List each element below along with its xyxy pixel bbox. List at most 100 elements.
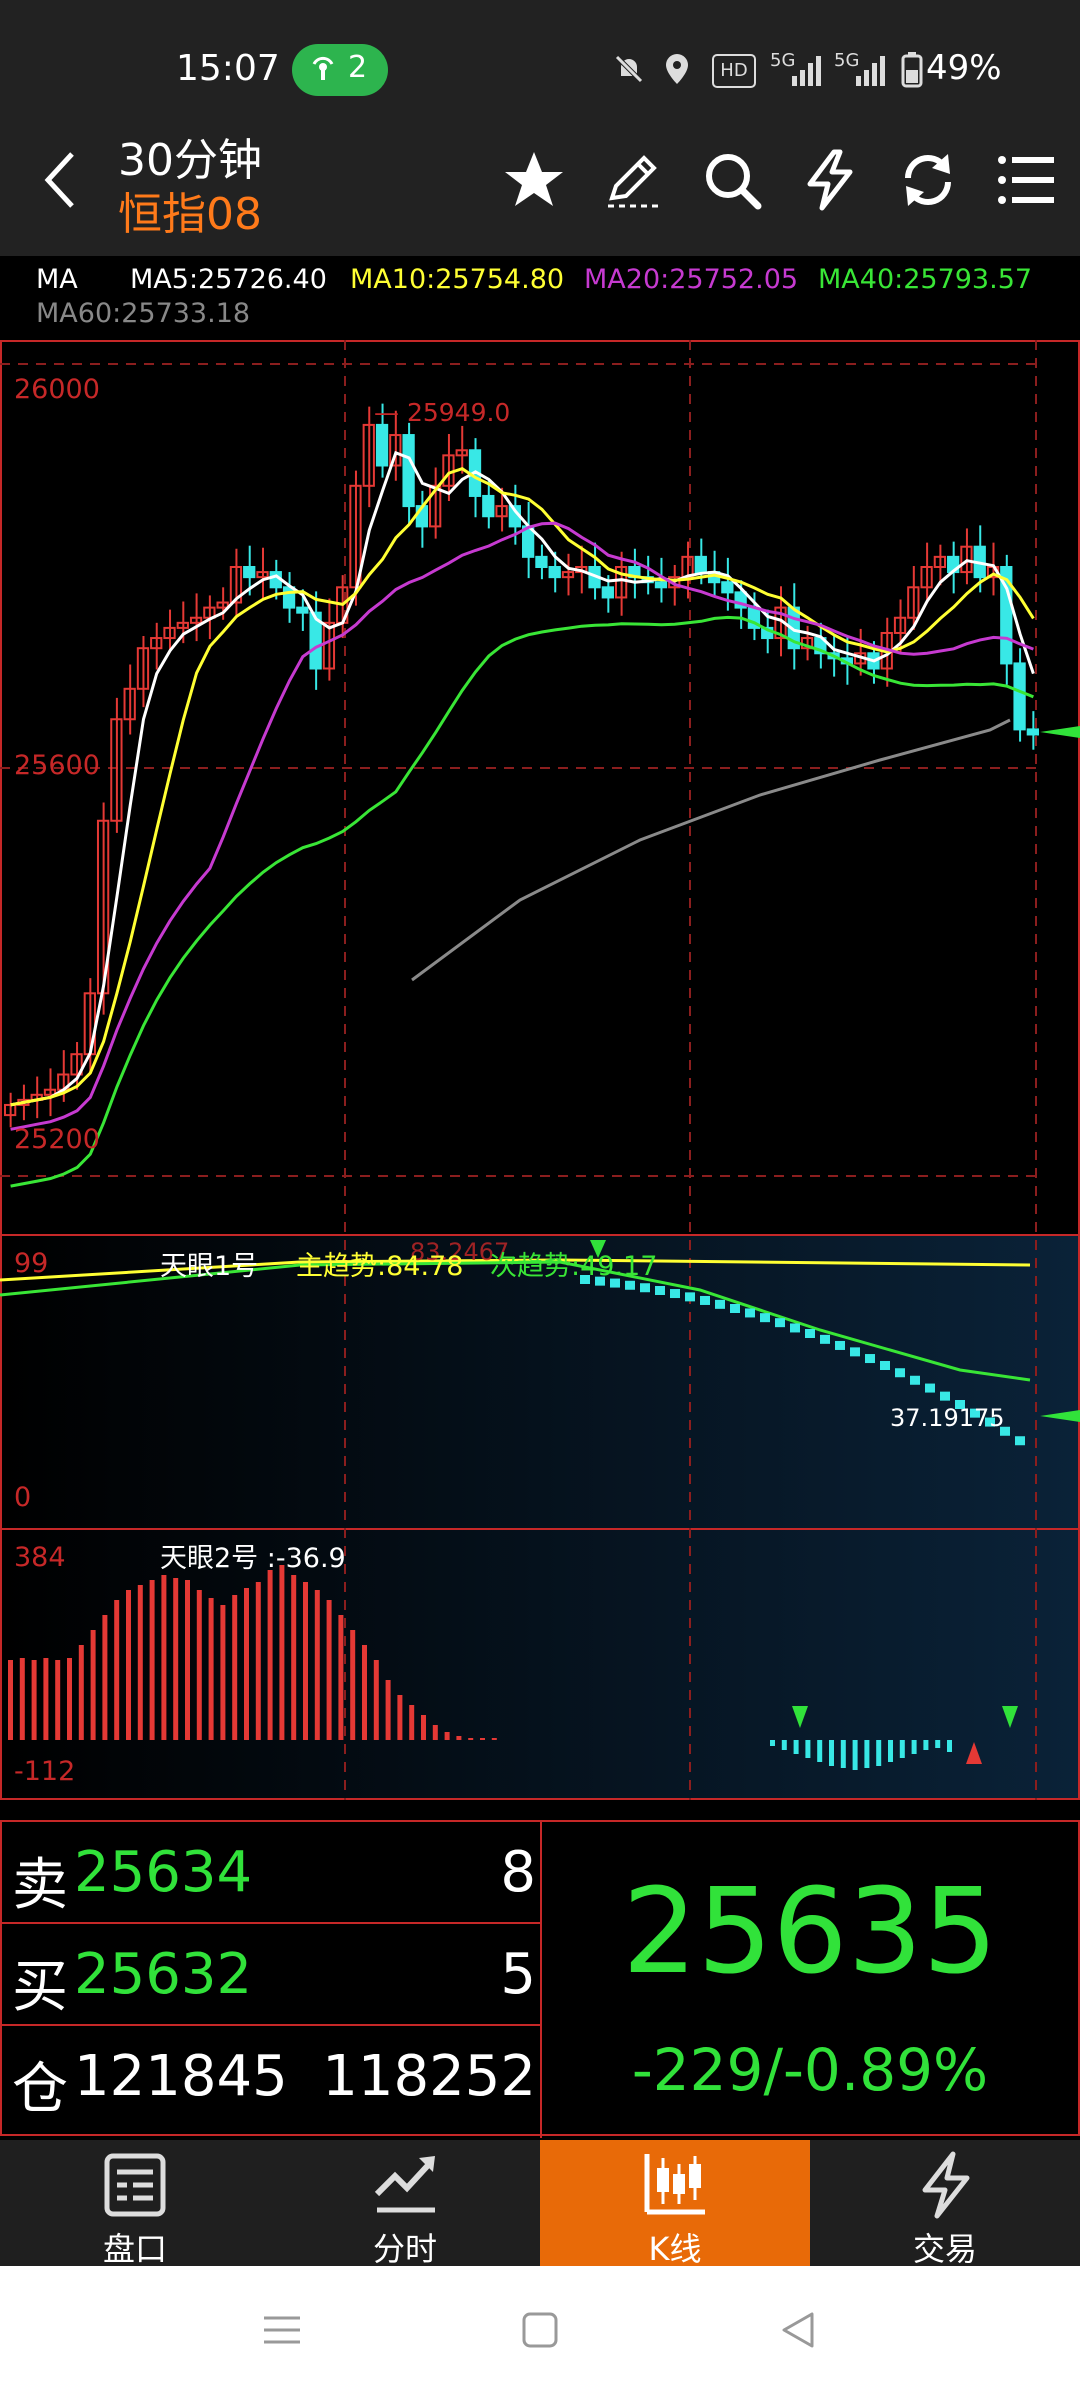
system-nav-bar — [0, 2266, 1080, 2400]
ind2-bar-pos — [385, 1680, 391, 1740]
ind1-block — [655, 1286, 665, 1295]
price-change: -229/-0.89% — [631, 2036, 989, 2104]
star-icon[interactable] — [502, 148, 566, 212]
ind2-bar-neg — [923, 1740, 929, 1750]
ma10-value: MA10:25754.80 — [350, 264, 565, 295]
ind1-block — [670, 1289, 680, 1299]
ind2-bar-pos — [267, 1570, 273, 1740]
contract-title[interactable]: 恒指08 — [118, 178, 262, 242]
mute-icon — [612, 52, 646, 90]
ind2-bar-pos — [43, 1658, 49, 1740]
ind2-bar-pos — [480, 1738, 485, 1740]
ind1-block — [865, 1354, 875, 1364]
oi-value: 121845 — [74, 2044, 288, 2109]
buy-row[interactable]: 买 25632 5 — [2, 1924, 540, 2026]
y-label-26000: 26000 — [14, 374, 100, 405]
ind2-bar-pos — [362, 1645, 367, 1740]
home-icon[interactable] — [520, 2310, 560, 2354]
candle-body — [1026, 728, 1039, 736]
ind2-bar-pos — [491, 1738, 497, 1740]
candle-body — [721, 581, 734, 594]
ind1-block — [850, 1347, 860, 1357]
refresh-icon[interactable] — [896, 148, 960, 212]
ma-legend: MA MA5:25726.40 MA10:25754.80 MA20:25752… — [0, 256, 1080, 336]
candle-body — [535, 555, 548, 569]
candle-body — [282, 586, 296, 609]
ind2-bar-neg — [805, 1740, 811, 1758]
y-label-25200: 25200 — [14, 1124, 100, 1155]
ind2-bar-pos — [196, 1590, 202, 1740]
candle-body — [375, 423, 389, 467]
nav-trade[interactable]: 交易 — [810, 2140, 1080, 2268]
oi-label: 仓 — [12, 2057, 68, 2122]
ind2-bar-pos — [185, 1580, 190, 1740]
ind2-bar-neg — [817, 1740, 823, 1762]
ind2-bar-pos — [220, 1605, 226, 1740]
sell-row[interactable]: 卖 25634 8 — [2, 1822, 540, 1924]
candle-body — [548, 566, 561, 579]
ind1-block — [880, 1361, 890, 1370]
nav-timeshare[interactable]: 分时 — [270, 2140, 540, 2268]
ind1-block — [925, 1383, 935, 1393]
ind2-bar-pos — [137, 1585, 143, 1740]
flash-icon[interactable] — [798, 148, 862, 212]
ind1-title: 天眼1号 — [160, 1251, 259, 1282]
back-nav-icon[interactable] — [778, 2310, 818, 2354]
draw-icon[interactable] — [602, 148, 666, 212]
ind2-bar-pos — [244, 1588, 249, 1740]
ind1-block — [805, 1329, 815, 1338]
ind2-bar-pos — [456, 1736, 462, 1740]
nav-orderbook[interactable]: 盘口 — [0, 2140, 270, 2268]
candle-body — [654, 581, 668, 589]
candle-body — [601, 586, 614, 599]
menu-icon[interactable] — [994, 148, 1058, 212]
5g-signal-icon-2: 5G — [834, 50, 894, 94]
ind2-bar-pos — [373, 1660, 379, 1740]
ind2-bar-pos — [291, 1575, 297, 1740]
ind2-title: 天眼2号 :-36.9 — [160, 1543, 346, 1574]
ind1-block — [760, 1313, 770, 1323]
hotspot-badge: 2 — [292, 44, 388, 96]
oi-value-2: 118252 — [322, 2044, 536, 2109]
ind2-bar-pos — [468, 1738, 474, 1740]
nav-kline[interactable]: K线 — [540, 2140, 810, 2268]
candle-body — [482, 494, 495, 518]
kline-chart[interactable]: 26000 25600 25200 — 25949.0 99 0 83.2467… — [0, 340, 1080, 1800]
ind2-bar-pos — [314, 1590, 320, 1740]
hd-icon: HD — [712, 54, 756, 88]
orderbook-icon — [103, 2150, 167, 2224]
back-icon[interactable] — [40, 148, 80, 216]
ind2-bar-pos — [102, 1615, 108, 1740]
ind2-bar-pos — [31, 1660, 37, 1740]
ind1-block — [775, 1318, 785, 1328]
ma5-value: MA5:25726.40 — [130, 264, 327, 295]
ma40-value: MA40:25793.57 — [818, 264, 1033, 295]
ind2-bar-pos — [326, 1600, 332, 1740]
buy-label: 买 — [12, 1955, 68, 2020]
candlestick-icon — [643, 2150, 707, 2224]
ind2-bar-pos — [279, 1565, 285, 1740]
ind2-bar-pos — [161, 1575, 167, 1740]
search-icon[interactable] — [700, 148, 764, 212]
ind2-bar-pos — [432, 1725, 438, 1740]
sell-price: 25634 — [74, 1840, 253, 1905]
ind2-top-label: 384 — [14, 1542, 66, 1573]
ind2-bar-pos — [67, 1658, 72, 1740]
ind1-block — [685, 1292, 695, 1302]
bottom-nav: 盘口 分时 K线 交易 — [0, 2140, 1080, 2268]
battery-percent: 49% — [926, 48, 1002, 88]
hotspot-count: 2 — [348, 50, 368, 85]
ind2-bar-neg — [864, 1740, 870, 1768]
hotspot-icon — [308, 52, 338, 89]
status-time: 15:07 — [176, 48, 280, 89]
ind1-sub-trend: 次趋势:49.17 — [490, 1251, 658, 1282]
ind2-bar-neg — [793, 1740, 799, 1754]
high-label: — 25949.0 — [374, 398, 511, 427]
nav-trade-label: 交易 — [912, 2230, 977, 2268]
ind2-bar-pos — [255, 1582, 261, 1740]
recent-apps-icon[interactable] — [262, 2310, 302, 2354]
ind1-block — [1015, 1436, 1025, 1446]
ind2-bar-pos — [421, 1715, 426, 1740]
ind2-bar-neg — [888, 1740, 893, 1762]
ind2-bar-pos — [409, 1705, 415, 1740]
